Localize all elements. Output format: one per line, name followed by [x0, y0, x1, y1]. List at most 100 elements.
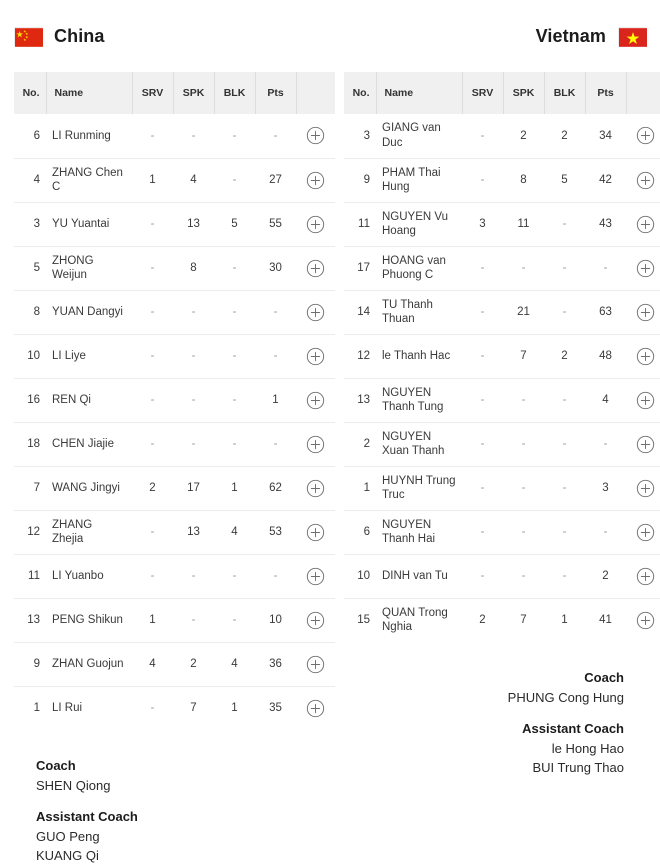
player-name: ZHAN Guojun [46, 642, 132, 687]
table-row[interactable]: 16 REN Qi - - - 1 [14, 378, 335, 423]
plus-circle-icon[interactable] [306, 479, 325, 498]
player-pts: 55 [255, 202, 296, 247]
player-spk: 13 [173, 510, 214, 555]
table-row[interactable]: 2 NGUYEN Xuan Thanh - - - - [344, 422, 660, 467]
plus-circle-icon[interactable] [306, 171, 325, 190]
table-row[interactable]: 5 ZHONG Weijun - 8 - 30 [14, 246, 335, 291]
plus-circle-icon[interactable] [636, 259, 655, 278]
plus-circle-icon[interactable] [636, 523, 655, 542]
table-row[interactable]: 13 NGUYEN Thanh Tung - - - 4 [344, 378, 660, 423]
staff-block: Assistant Coach le Hong Hao BUI Trung Th… [366, 719, 624, 778]
player-name: PENG Shikun [46, 598, 132, 643]
staff-role: Coach [36, 758, 76, 773]
player-add-cell[interactable] [626, 290, 660, 335]
player-blk: - [544, 246, 585, 291]
table-row[interactable]: 10 LI Liye - - - - [14, 334, 335, 379]
player-spk: 8 [173, 246, 214, 291]
plus-circle-icon[interactable] [636, 171, 655, 190]
player-blk: - [214, 598, 255, 643]
table-row[interactable]: 9 PHAM Thai Hung - 8 5 42 [344, 158, 660, 203]
player-number: 13 [344, 378, 376, 423]
player-add-cell[interactable] [626, 554, 660, 599]
plus-circle-icon[interactable] [306, 699, 325, 718]
plus-circle-icon[interactable] [306, 259, 325, 278]
stat-empty: - [150, 526, 155, 538]
plus-circle-icon[interactable] [306, 655, 325, 674]
teams-container: China No. Name SRV SPK BLK Pts 6 LI Runmi… [0, 0, 660, 866]
table-row[interactable]: 9 ZHAN Guojun 4 2 4 36 [14, 642, 335, 687]
player-name: NGUYEN Thanh Tung [376, 378, 462, 423]
player-add-cell[interactable] [626, 246, 660, 291]
player-add-cell[interactable] [626, 378, 660, 423]
plus-circle-icon[interactable] [636, 435, 655, 454]
staff-person: SHEN Qiong [36, 777, 111, 793]
stat-empty: - [521, 438, 526, 450]
plus-circle-icon[interactable] [306, 303, 325, 322]
stat-empty: - [480, 306, 485, 318]
player-add-cell[interactable] [626, 334, 660, 379]
table-row[interactable]: 6 NGUYEN Thanh Hai - - - - [344, 510, 660, 555]
table-row[interactable]: 15 QUAN Trong Nghia 2 7 1 41 [344, 598, 660, 642]
player-spk: - [503, 378, 544, 423]
table-row[interactable]: 4 ZHANG Chen C 1 4-27 [14, 158, 335, 203]
plus-circle-icon[interactable] [636, 347, 655, 366]
table-row[interactable]: 13 PENG Shikun 1 - - 10 [14, 598, 335, 643]
table-row[interactable]: 1 LI Rui -7 1 35 [14, 686, 335, 730]
table-row[interactable]: 1 HUYNH Trung Truc - - - 3 [344, 466, 660, 511]
table-row[interactable]: 7 WANG Jingyi 2 17 1 62 [14, 466, 335, 511]
plus-circle-icon[interactable] [636, 303, 655, 322]
player-spk: - [173, 378, 214, 423]
player-add-cell[interactable] [626, 202, 660, 247]
player-pts: 42 [585, 158, 626, 203]
staff-role: Assistant Coach [522, 721, 624, 736]
player-srv: - [462, 290, 503, 335]
table-row[interactable]: 3 GIANG van Duc -2 2 34 [344, 114, 660, 159]
table-row[interactable]: 3 YU Yuantai -13 5 55 [14, 202, 335, 247]
player-name: PHAM Thai Hung [376, 158, 462, 203]
stat-empty: - [232, 570, 237, 582]
player-spk: - [503, 246, 544, 291]
stat-empty: - [150, 702, 155, 715]
table-row[interactable]: 12 ZHANG Zhejia - 13 4 53 [14, 510, 335, 555]
player-add-cell[interactable] [626, 598, 660, 642]
table-row[interactable]: 11 NGUYEN Vu Hoang 3 11-43 [344, 202, 660, 247]
player-spk: 7 [503, 598, 544, 642]
plus-circle-icon[interactable] [636, 611, 655, 630]
plus-circle-icon[interactable] [306, 435, 325, 454]
team-name-home: China [54, 25, 105, 46]
plus-circle-icon[interactable] [306, 611, 325, 630]
player-add-cell[interactable] [626, 158, 660, 203]
table-row[interactable]: 17 HOANG van Phuong C - - - - [344, 246, 660, 291]
player-number: 12 [14, 510, 46, 555]
plus-circle-icon[interactable] [636, 479, 655, 498]
plus-circle-icon[interactable] [636, 391, 655, 410]
stat-empty: - [150, 218, 155, 230]
table-row[interactable]: 8 YUAN Dangyi - - - - [14, 290, 335, 335]
plus-circle-icon[interactable] [636, 126, 655, 145]
table-row[interactable]: 12 le Thanh Hac - 7 2 48 [344, 334, 660, 379]
table-row[interactable]: 18 CHEN Jiajie - - - - [14, 422, 335, 467]
table-row[interactable]: 10 DINH van Tu - - - 2 [344, 554, 660, 599]
plus-circle-icon[interactable] [306, 567, 325, 586]
player-srv: - [462, 246, 503, 291]
table-row[interactable]: 6 LI Runming - - - - [14, 114, 335, 159]
roster-header-away: No. Name SRV SPK BLK Pts [344, 72, 660, 114]
player-add-cell[interactable] [626, 114, 660, 159]
plus-circle-icon[interactable] [306, 347, 325, 366]
roster-body-away: 3 GIANG van Duc -2 2 34 9 PHAM Thai Hung -8 5 42 1… [344, 114, 660, 642]
table-row[interactable]: 14 TU Thanh Thuan - 21 - 63 [344, 290, 660, 335]
plus-circle-icon[interactable] [306, 215, 325, 234]
table-row[interactable]: 11 LI Yuanbo - - - - [14, 554, 335, 599]
player-add-cell[interactable] [626, 510, 660, 555]
player-add-cell[interactable] [626, 466, 660, 511]
player-pts: 63 [585, 290, 626, 335]
plus-circle-icon[interactable] [636, 215, 655, 234]
plus-circle-icon[interactable] [636, 567, 655, 586]
plus-circle-icon[interactable] [306, 391, 325, 410]
player-add-cell[interactable] [626, 422, 660, 467]
player-name: LI Rui [46, 686, 132, 730]
plus-circle-icon[interactable] [306, 523, 325, 542]
plus-circle-icon[interactable] [306, 126, 325, 145]
player-pts: 30 [255, 246, 296, 291]
stat-empty: - [273, 129, 278, 142]
